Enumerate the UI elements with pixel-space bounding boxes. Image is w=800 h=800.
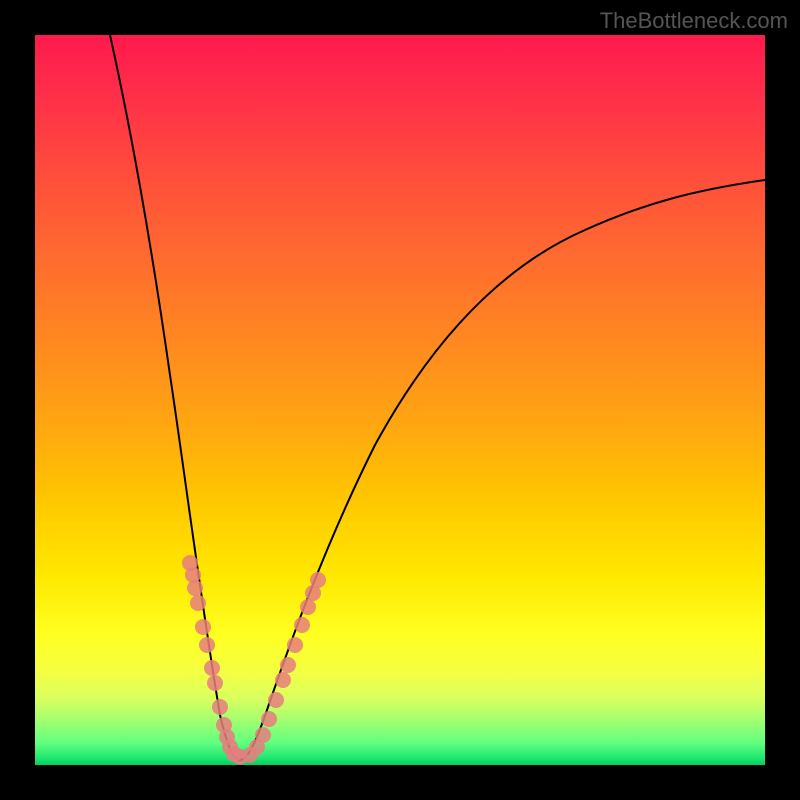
watermark-text: TheBottleneck.com [600, 8, 788, 34]
dots-group [182, 555, 326, 765]
data-dot [195, 619, 211, 635]
data-dot [199, 637, 215, 653]
data-dot [204, 660, 220, 676]
data-dot [212, 699, 228, 715]
data-dot [280, 657, 296, 673]
data-dot [300, 599, 316, 615]
data-dot [287, 637, 303, 653]
data-dot [268, 692, 284, 708]
data-dot [294, 617, 310, 633]
data-dot [207, 675, 223, 691]
data-dot [261, 711, 277, 727]
data-dot [187, 580, 203, 596]
data-dot [310, 572, 326, 588]
data-dot [190, 595, 206, 611]
chart-svg [35, 35, 765, 765]
data-dot [275, 672, 291, 688]
data-dot [255, 727, 271, 743]
